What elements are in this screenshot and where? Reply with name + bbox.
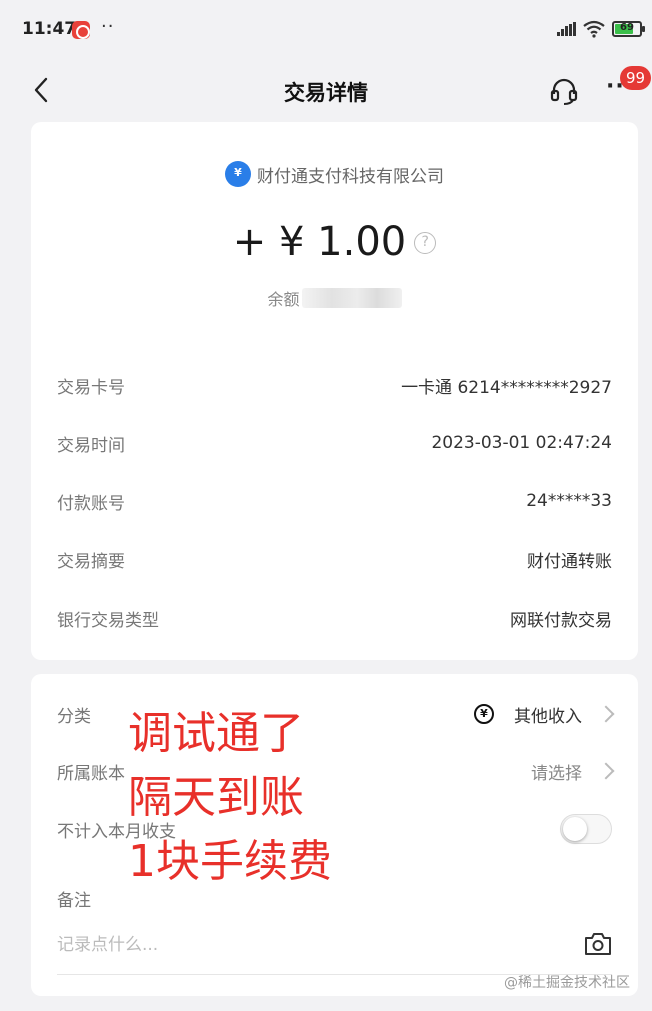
detail-label: 交易卡号 [57, 377, 125, 398]
annotation-line: 1块手续费 [128, 836, 332, 887]
wifi-icon [583, 20, 605, 38]
balance-row: 余额 [31, 285, 638, 311]
more-notifications-icon: ·· [101, 16, 115, 37]
toggle-knob [563, 817, 587, 841]
app-notification-icon [72, 21, 90, 39]
detail-value: 财付通转账 [527, 551, 612, 572]
merchant-logo-icon [225, 161, 251, 187]
annotation-line: 隔天到账 [128, 772, 304, 823]
note-label: 备注 [57, 891, 91, 911]
watermark: @稀土掘金技术社区 [504, 975, 630, 991]
balance-redacted [301, 288, 402, 308]
category-value-group[interactable]: ¥ 其他收入 [474, 702, 615, 727]
annotation-overlay: 调试通了 隔天到账 1块手续费 [128, 702, 332, 894]
ledger-value-group[interactable]: 请选择 [531, 759, 615, 784]
amount-row: + ¥ 1.00 ? [31, 214, 638, 270]
detail-label: 银行交易类型 [57, 610, 159, 631]
detail-row-time: 交易时间 2023-03-01 02:47:24 [57, 428, 612, 458]
detail-row-bank-type: 银行交易类型 网联付款交易 [57, 603, 612, 633]
detail-row-summary: 交易摘要 财付通转账 [57, 544, 612, 574]
detail-label: 付款账号 [57, 493, 125, 514]
battery-icon: 69 [612, 21, 645, 37]
category-value: 其他收入 [514, 706, 582, 727]
detail-label: 交易时间 [57, 435, 125, 456]
status-time: 11:47 [22, 19, 77, 39]
chevron-right-icon [597, 705, 615, 723]
detail-value: 一卡通 6214********2927 [401, 377, 612, 398]
ledger-value: 请选择 [531, 763, 582, 784]
merchant-name: 财付通支付科技有限公司 [257, 166, 444, 187]
nav-bar: 交易详情 ··· 99 [0, 58, 652, 122]
transaction-settings-card: 分类 ¥ 其他收入 所属账本 请选择 不计入本月收支 备注 [31, 674, 638, 996]
transaction-summary-card: 财付通支付科技有限公司 + ¥ 1.00 ? 余额 交易卡号 一卡通 6214*… [31, 122, 638, 660]
detail-value: 24*****33 [526, 491, 612, 511]
merchant-row: 财付通支付科技有限公司 [31, 160, 638, 188]
message-badge: 99 [620, 66, 652, 90]
help-icon[interactable]: ? [414, 232, 437, 254]
balance-label: 余额 [267, 290, 300, 309]
detail-row-card-number: 交易卡号 一卡通 6214********2927 [57, 370, 612, 400]
transaction-amount: + ¥ 1.00 [232, 219, 407, 265]
battery-text: 69 [620, 22, 634, 33]
exclude-toggle[interactable] [560, 814, 612, 844]
note-input[interactable] [57, 930, 557, 960]
camera-icon[interactable] [584, 932, 612, 956]
yen-icon: ¥ [474, 704, 494, 724]
detail-value: 2023-03-01 02:47:24 [431, 433, 612, 453]
customer-service-icon[interactable] [549, 76, 579, 106]
detail-value: 网联付款交易 [510, 610, 612, 631]
detail-row-payer-account: 付款账号 24*****33 [57, 486, 612, 516]
status-bar: 11:47 ·· 69 [0, 0, 652, 58]
detail-label: 交易摘要 [57, 551, 125, 572]
transaction-detail-page: 11:47 ·· 69 交易详情 ··· 99 ¥ 财付通支付科技有限公司 + … [0, 0, 652, 1011]
annotation-line: 调试通了 [128, 708, 304, 759]
chevron-right-icon [597, 762, 615, 780]
signal-icon [557, 22, 577, 36]
